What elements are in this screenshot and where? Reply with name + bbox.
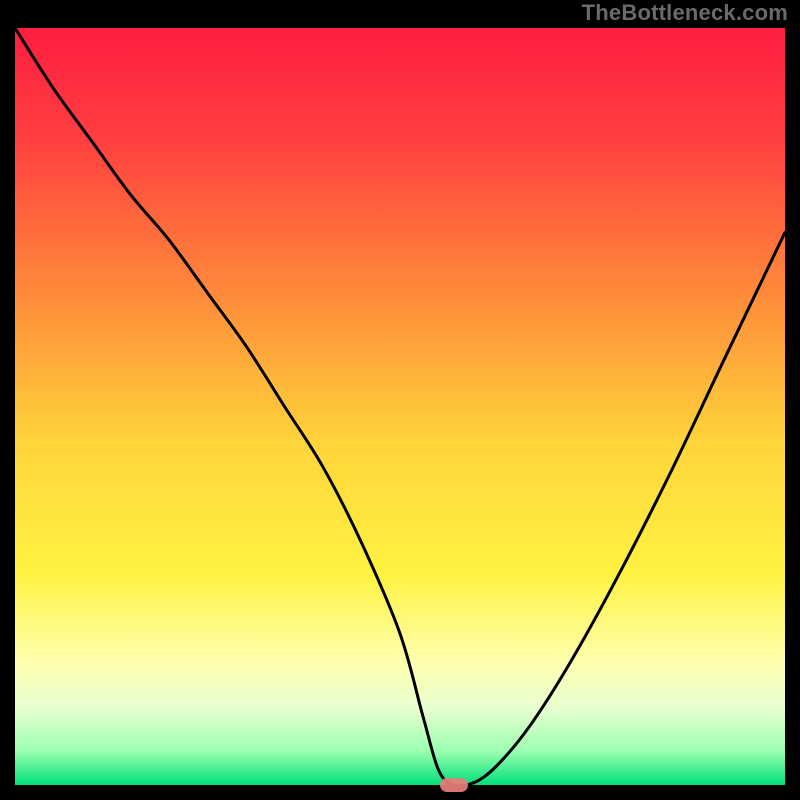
plot-area	[15, 28, 785, 785]
minimum-marker	[440, 778, 468, 792]
watermark-text: TheBottleneck.com	[582, 0, 788, 26]
gradient-background	[15, 28, 785, 785]
chart-frame: TheBottleneck.com	[0, 0, 800, 800]
chart-svg	[15, 28, 785, 785]
